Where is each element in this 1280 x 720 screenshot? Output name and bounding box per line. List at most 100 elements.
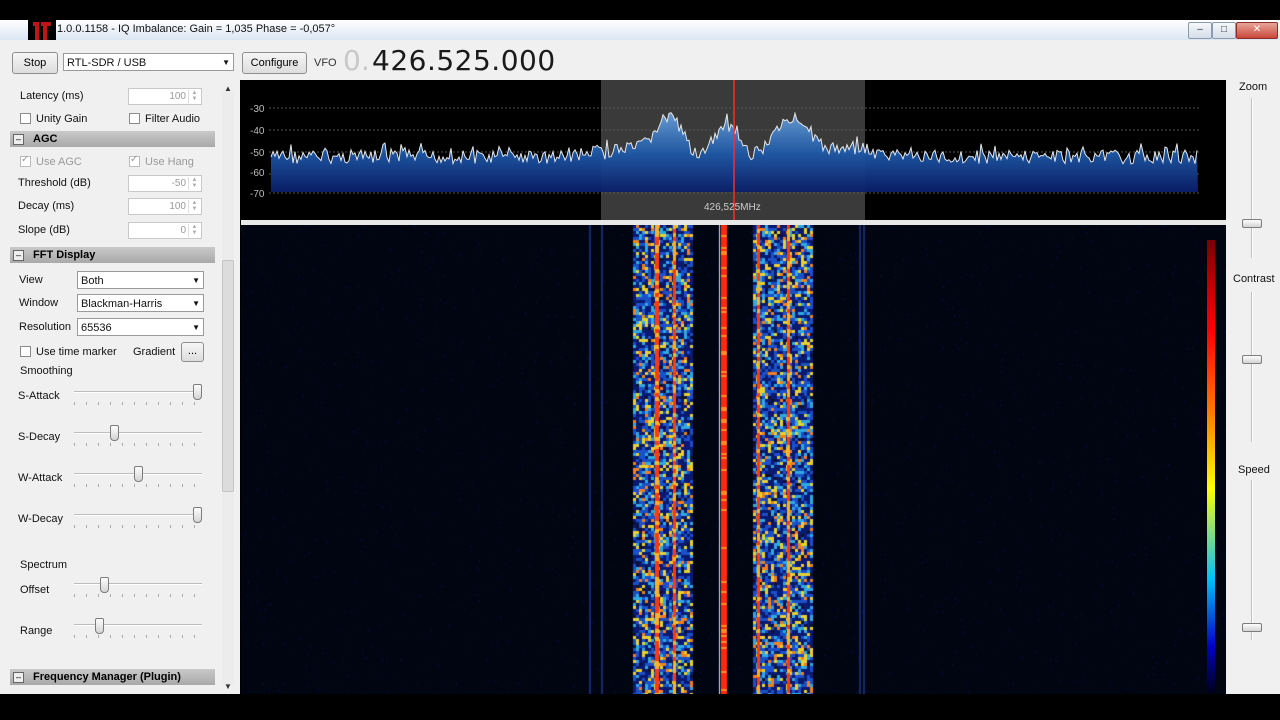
use-hang-checkbox[interactable]	[129, 154, 140, 167]
w-attack-slider[interactable]	[133, 466, 143, 482]
slope-value: 0	[180, 225, 186, 236]
smoothing-label: Smoothing	[20, 365, 73, 377]
offset-ticks	[74, 594, 202, 597]
collapse-icon[interactable]: –	[13, 134, 24, 145]
contrast-label: Contrast	[1233, 273, 1275, 285]
fft-display-section-header[interactable]: – FFT Display	[10, 247, 215, 263]
db-label: -50	[250, 148, 265, 159]
range-ticks	[74, 635, 202, 638]
collapse-icon[interactable]: –	[13, 250, 24, 261]
db-label: -60	[250, 168, 265, 179]
view-label: View	[19, 274, 43, 286]
use-agc-checkbox[interactable]	[20, 154, 31, 167]
s-attack-track	[74, 391, 202, 393]
unity-gain-checkbox[interactable]	[20, 113, 31, 124]
decay-value: 100	[169, 201, 186, 212]
offset-track	[74, 583, 202, 585]
minimize-button[interactable]: –	[1188, 22, 1212, 39]
gradient-button[interactable]: ...	[181, 342, 204, 362]
w-decay-slider[interactable]	[193, 507, 202, 523]
s-decay-label: S-Decay	[18, 431, 61, 443]
resolution-label: Resolution	[19, 321, 71, 333]
w-attack-label: W-Attack	[18, 472, 63, 484]
spin-icon[interactable]: ▲ ▼	[188, 200, 200, 213]
vfo-frequency-prefix[interactable]: 0.	[343, 44, 370, 77]
chevron-down-icon: ▼	[192, 276, 200, 285]
vfo-label: VFO	[314, 57, 337, 69]
panel-scrollbar-thumb[interactable]	[222, 260, 234, 492]
resolution-select[interactable]: 65536 ▼	[77, 318, 204, 336]
configure-button[interactable]: Configure	[242, 52, 307, 74]
settings-panel: Latency (ms) 100 ▲ ▼ Unity Gain Filter Au…	[0, 80, 240, 694]
w-decay-label: W-Decay	[18, 513, 64, 525]
slope-input[interactable]: 0 ▲ ▼	[128, 222, 202, 239]
decay-input[interactable]: 100 ▲ ▼	[128, 198, 202, 215]
spectrum-display[interactable]: -30 -40 -50 -60 -70 426,525MHz	[241, 80, 1226, 220]
scroll-down-icon[interactable]: ▼	[224, 682, 232, 691]
time-marker-label: Use time marker	[36, 346, 117, 358]
resolution-select-value: 65536	[81, 322, 112, 334]
stop-button[interactable]: Stop	[12, 52, 58, 74]
threshold-input[interactable]: -50 ▲ ▼	[128, 175, 202, 192]
spectrum-label: Spectrum	[20, 559, 68, 571]
decay-label: Decay (ms)	[18, 200, 75, 212]
scroll-up-icon[interactable]: ▲	[224, 84, 232, 93]
s-attack-label: S-Attack	[18, 390, 60, 402]
spin-icon[interactable]: ▲ ▼	[188, 177, 200, 190]
frequency-manager-section-header[interactable]: – Frequency Manager (Plugin)	[10, 669, 215, 685]
vfo-frequency-display[interactable]: 426.525.000	[372, 44, 556, 77]
collapse-icon[interactable]: –	[13, 672, 24, 683]
s-decay-slider[interactable]	[109, 425, 119, 441]
offset-slider[interactable]	[100, 577, 110, 593]
gradient-label: Gradient	[133, 346, 176, 358]
s-decay-ticks	[74, 443, 202, 446]
display-controls-panel: Zoom Contrast Speed	[1226, 80, 1280, 694]
device-select-value: RTL-SDR / USB	[67, 57, 147, 69]
range-label: Range	[20, 625, 53, 637]
latency-label: Latency (ms)	[20, 90, 84, 102]
waterfall-display[interactable]	[241, 225, 1226, 694]
close-button[interactable]: ✕	[1236, 22, 1278, 39]
agc-header-label: AGC	[33, 133, 58, 145]
window-select[interactable]: Blackman-Harris ▼	[77, 294, 204, 312]
s-attack-slider[interactable]	[193, 384, 202, 400]
speed-slider[interactable]	[1242, 623, 1262, 633]
db-label: -70	[250, 189, 265, 200]
slope-label: Slope (dB)	[18, 224, 70, 236]
db-label: -40	[250, 126, 265, 137]
view-select[interactable]: Both ▼	[77, 271, 204, 289]
zoom-slider[interactable]	[1242, 218, 1262, 228]
spin-icon[interactable]: ▲ ▼	[188, 224, 200, 237]
offset-label: Offset	[20, 584, 50, 596]
maximize-button[interactable]: □	[1212, 22, 1236, 39]
db-label: -30	[250, 104, 265, 115]
range-slider[interactable]	[95, 618, 105, 634]
time-marker-checkbox[interactable]	[20, 346, 31, 357]
view-select-value: Both	[81, 275, 104, 287]
color-gradient-scale	[1207, 240, 1215, 692]
bottom-border	[0, 694, 1280, 720]
agc-section-header[interactable]: – AGC	[10, 131, 215, 147]
spin-icon[interactable]: ▲ ▼	[188, 90, 200, 103]
w-decay-track	[74, 514, 202, 516]
chevron-down-icon: ▼	[192, 323, 200, 332]
device-select[interactable]: RTL-SDR / USB ▼	[63, 53, 234, 71]
contrast-track	[1251, 292, 1253, 442]
latency-input[interactable]: 100 ▲ ▼	[128, 88, 202, 105]
threshold-value: -50	[171, 178, 186, 189]
w-decay-ticks	[74, 525, 202, 528]
chevron-down-icon: ▼	[222, 58, 230, 67]
filter-audio-label: Filter Audio	[145, 113, 201, 125]
zoom-label: Zoom	[1239, 81, 1268, 93]
s-decay-track	[74, 432, 202, 434]
waterfall-canvas[interactable]	[241, 225, 1226, 694]
filter-audio-checkbox[interactable]	[129, 113, 140, 124]
latency-value: 100	[169, 91, 186, 102]
fft-header-label: FFT Display	[33, 249, 96, 261]
frequency-manager-label: Frequency Manager (Plugin)	[33, 671, 181, 683]
contrast-slider[interactable]	[1242, 355, 1262, 365]
speed-track	[1251, 480, 1253, 640]
s-attack-ticks	[74, 402, 202, 405]
window-title: 1.0.0.1158 - IQ Imbalance: Gain = 1,035 …	[57, 23, 336, 35]
window-select-value: Blackman-Harris	[81, 298, 163, 310]
